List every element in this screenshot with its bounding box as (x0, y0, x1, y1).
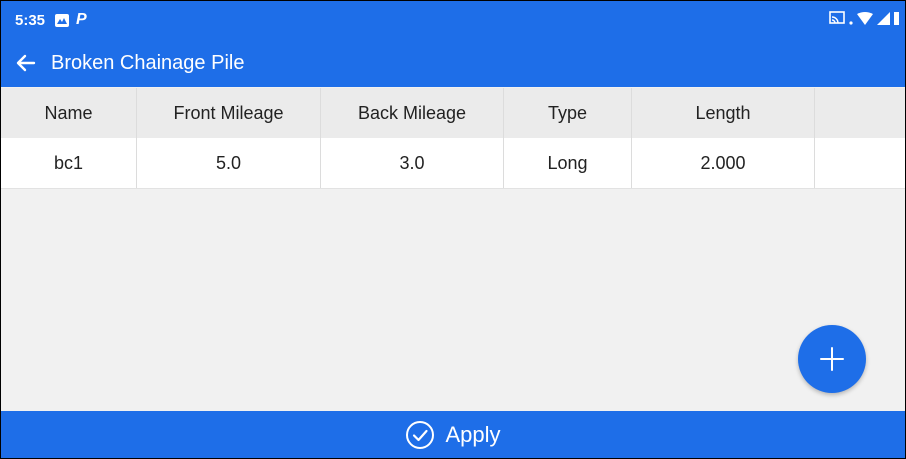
apply-button[interactable]: Apply (1, 411, 905, 458)
status-bar: 5:35 P (1, 1, 905, 39)
cell-type[interactable]: Long (504, 138, 632, 188)
arrow-left-icon (16, 54, 36, 72)
plus-icon (820, 347, 844, 371)
table-header-row: Name Front Mileage Back Mileage Type Len… (1, 88, 905, 138)
photos-icon (55, 13, 70, 27)
table-row[interactable]: bc1 5.0 3.0 Long 2.000 (1, 138, 905, 189)
column-header-name[interactable]: Name (1, 88, 137, 138)
back-button[interactable] (1, 39, 51, 87)
check-circle-icon (406, 420, 435, 449)
parking-icon: P (76, 11, 87, 28)
cell-extra[interactable] (815, 138, 905, 188)
app-screen: 5:35 P Broken Chainage Pile Name Front M… (0, 0, 906, 459)
page-title: Broken Chainage Pile (51, 51, 245, 74)
battery-icon (894, 11, 899, 30)
dot-icon (849, 12, 853, 30)
status-icons (829, 11, 899, 30)
cell-length[interactable]: 2.000 (632, 138, 815, 188)
signal-icon (877, 11, 890, 30)
pile-table: Name Front Mileage Back Mileage Type Len… (1, 88, 905, 189)
apply-label: Apply (445, 421, 501, 447)
cell-name[interactable]: bc1 (1, 138, 137, 188)
cell-back-mileage[interactable]: 3.0 (321, 138, 504, 188)
status-time: 5:35 (15, 11, 46, 29)
add-pile-button[interactable] (798, 325, 866, 393)
wifi-icon (857, 11, 873, 30)
column-header-extra (815, 88, 905, 138)
column-header-front-mileage[interactable]: Front Mileage (137, 88, 321, 138)
column-header-back-mileage[interactable]: Back Mileage (321, 88, 504, 138)
app-bar: Broken Chainage Pile (1, 39, 905, 87)
cell-front-mileage[interactable]: 5.0 (137, 138, 321, 188)
column-header-length[interactable]: Length (632, 88, 815, 138)
cast-icon (829, 11, 845, 30)
column-header-type[interactable]: Type (504, 88, 632, 138)
